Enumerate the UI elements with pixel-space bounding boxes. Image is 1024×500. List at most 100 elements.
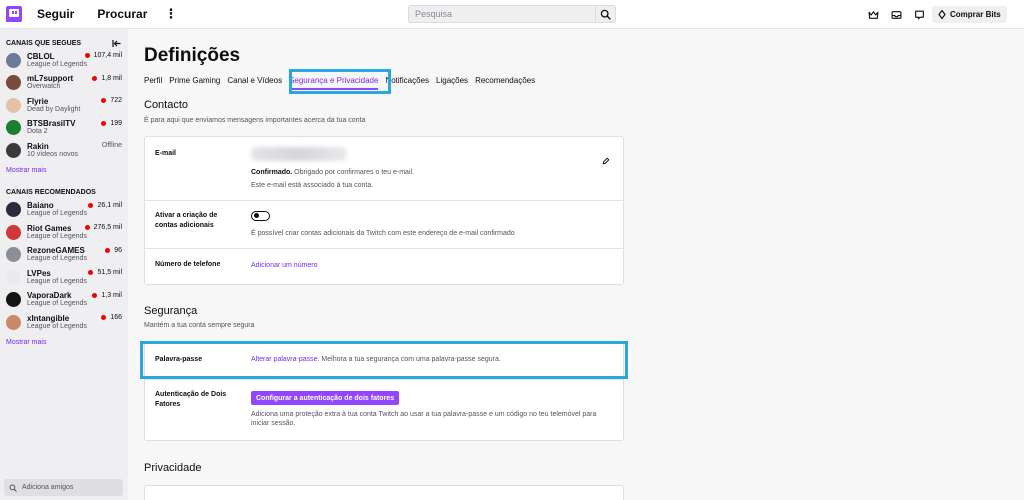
live-indicator-icon <box>101 98 107 103</box>
tab-6[interactable]: Recomendações <box>475 76 535 90</box>
viewer-count: 1,3 mil <box>101 291 122 299</box>
buy-bits-label: Comprar Bits <box>950 10 1001 19</box>
privacy-card <box>144 485 624 500</box>
email-label: E-mail <box>155 150 177 157</box>
additional-accounts-row: Ativar a criação de contas adicionais É … <box>145 201 623 249</box>
recommended-channel-item[interactable]: VaporaDark League of Legends 1,3 mil <box>0 289 128 312</box>
tab-4[interactable]: Notificações <box>385 76 429 90</box>
live-indicator-icon <box>88 202 94 208</box>
channel-game: League of Legends <box>27 60 87 68</box>
security-section-subtitle: Mantém a tua conta sempre segura <box>144 322 255 329</box>
recommended-channel-item[interactable]: LVPes League of Legends 51,5 mil <box>0 266 128 289</box>
recommended-header: CANAIS RECOMENDADOS <box>0 179 128 199</box>
prime-crown-icon[interactable] <box>866 8 880 22</box>
channel-viewers: Offline <box>102 142 122 149</box>
twitch-logo-icon[interactable] <box>6 6 22 22</box>
followed-channel-item[interactable]: BTSBrasilTV Dota 2 199 <box>0 117 128 140</box>
channel-game: League of Legends <box>27 300 87 308</box>
recommended-channel-item[interactable]: Baiano League of Legends 26,1 mil <box>0 199 128 222</box>
channel-avatar <box>6 75 21 91</box>
viewer-count: 1,8 mil <box>101 74 122 82</box>
channel-avatar <box>6 142 21 158</box>
channel-avatar <box>6 120 21 136</box>
tab-5[interactable]: Ligações <box>436 76 468 90</box>
channel-viewers: 107,4 mil <box>84 52 122 59</box>
setup-twofa-button[interactable]: Configurar a autenticação de dois fatore… <box>251 391 400 405</box>
followed-channel-item[interactable]: Flyrie Dead by Daylight 722 <box>0 94 128 117</box>
channel-viewers: 51,5 mil <box>88 269 122 276</box>
recommended-channel-item[interactable]: xIntangible League of Legends 166 <box>0 311 128 334</box>
channel-avatar <box>6 247 21 263</box>
top-icons <box>866 8 935 22</box>
channel-game: League of Legends <box>27 255 87 263</box>
viewer-count: 166 <box>110 314 122 321</box>
channel-viewers: 1,8 mil <box>92 75 122 82</box>
live-indicator-icon <box>101 120 107 126</box>
channel-avatar <box>6 314 21 330</box>
followed-channel-list: CBLOL League of Legends 107,4 mil mL7suppor… <box>0 49 128 162</box>
additional-accounts-toggle[interactable] <box>251 211 270 221</box>
followed-header: CANAIS QUE SEGUES <box>0 29 128 49</box>
viewer-count: 51,5 mil <box>97 269 122 276</box>
whispers-icon[interactable] <box>912 8 926 22</box>
live-indicator-icon <box>84 225 90 230</box>
add-friends-input[interactable]: Adiciona amigos <box>4 479 123 496</box>
email-confirmed-text: Confirmado. Obrigado por confirmares o t… <box>251 168 414 177</box>
live-indicator-icon <box>88 270 94 275</box>
top-nav: Seguir Procurar ⋮ Comprar Bits <box>0 0 1024 29</box>
channel-avatar <box>6 292 21 308</box>
tab-2[interactable]: Canal e Vídeos <box>227 76 282 90</box>
followed-title: CANAIS QUE SEGUES <box>6 39 82 47</box>
live-indicator-icon <box>101 315 107 320</box>
email-associated-text: Este e-mail está associado à tua conta. <box>251 182 374 189</box>
show-more-recommended-link[interactable]: Mostrar mais <box>0 334 128 350</box>
security-section-title: Segurança <box>144 305 198 317</box>
live-indicator-icon <box>92 75 98 81</box>
channel-viewers: 96 <box>105 247 122 254</box>
channel-avatar <box>6 52 21 68</box>
live-indicator-icon <box>84 53 90 58</box>
viewer-count: 96 <box>114 246 122 254</box>
privacy-section-title: Privacidade <box>144 462 202 474</box>
channel-game: League of Legends <box>27 210 87 218</box>
collapse-sidebar-icon[interactable] <box>112 39 122 48</box>
twofa-row: Autenticação de Dois Fatores Configurar … <box>145 380 623 440</box>
viewer-count: Offline <box>101 142 122 149</box>
channel-game: Dota 2 <box>27 128 48 136</box>
viewer-count: 107,4 mil <box>93 52 122 59</box>
page-title: Definições <box>144 45 241 66</box>
followed-channel-item[interactable]: CBLOL League of Legends 107,4 mil <box>0 49 128 72</box>
followed-channel-item[interactable]: mL7support Overwatch 1,8 mil <box>0 72 128 95</box>
email-confirmed-strong: Confirmado. <box>251 169 293 176</box>
recommended-channel-item[interactable]: Riot Games League of Legends 276,5 mil <box>0 221 128 244</box>
recommended-channel-item[interactable]: RezoneGAMES League of Legends 96 <box>0 244 128 267</box>
viewer-count: 276,5 mil <box>93 224 122 231</box>
more-options-icon[interactable]: ⋮ <box>164 7 177 20</box>
channel-viewers: 1,3 mil <box>92 292 122 299</box>
inbox-icon[interactable] <box>889 8 903 22</box>
search-input[interactable] <box>408 5 596 23</box>
tab-0[interactable]: Perfil <box>144 76 162 90</box>
bits-gem-icon <box>938 10 946 19</box>
show-more-followed-link[interactable]: Mostrar mais <box>0 162 128 178</box>
channel-viewers: 276,5 mil <box>84 224 122 231</box>
edit-email-icon[interactable] <box>602 152 610 170</box>
email-confirmed-rest: Obrigado por confirmares o teu e-mail. <box>292 169 415 176</box>
search-button[interactable] <box>596 5 616 23</box>
twofa-label: Autenticação de Dois Fatores <box>155 391 227 408</box>
channel-game: Overwatch <box>27 83 61 91</box>
channel-viewers: 199 <box>101 120 122 127</box>
contact-section-subtitle: É para aqui que enviamos mensagens impor… <box>144 117 366 124</box>
nav-browse-link[interactable]: Procurar <box>97 7 147 21</box>
buy-bits-button[interactable]: Comprar Bits <box>932 6 1007 23</box>
contact-section-title: Contacto <box>144 99 189 111</box>
nav-follow-link[interactable]: Seguir <box>37 7 74 21</box>
followed-channel-item[interactable]: Rakin 10 vídeos novos Offline <box>0 139 128 162</box>
tab-1[interactable]: Prime Gaming <box>169 76 220 90</box>
add-phone-link[interactable]: Adicionar um número <box>251 261 318 270</box>
phone-label: Número de telefone <box>155 261 221 268</box>
sidebar: CANAIS QUE SEGUES CBLOL League of Legends… <box>0 29 128 500</box>
recommended-title: CANAIS RECOMENDADOS <box>6 189 96 196</box>
channel-avatar <box>6 224 21 240</box>
channel-viewers: 722 <box>101 97 122 104</box>
